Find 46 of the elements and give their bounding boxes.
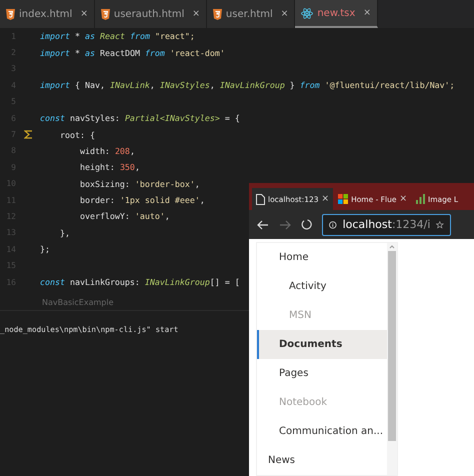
code-line: import { Nav, INavLink, INavStyles, INavLinkGroup } from '@fluentui/react/lib/Nav'; [40, 80, 455, 90]
four-squares-icon [338, 194, 348, 204]
nav-link[interactable]: Pages [257, 359, 387, 388]
address-field[interactable]: localhost:1234/i [322, 214, 451, 236]
code-line: import * as React from "react"; [40, 31, 195, 42]
html-file-icon [212, 8, 222, 20]
code-line: const navLinkGroups: INavLinkGroup[] = [ [40, 277, 240, 288]
page-icon [256, 194, 265, 204]
back-arrow-icon [257, 220, 269, 230]
code-line: const navStyles: Partial<INavStyles> = { [40, 113, 240, 124]
code-line: root: { [58, 130, 95, 140]
scrollbar-thumb[interactable] [388, 251, 396, 441]
code-line: }; [40, 244, 50, 254]
code-line: border: '1px solid #eee', [78, 195, 205, 206]
close-icon[interactable]: × [399, 194, 407, 204]
forward-arrow-icon [279, 220, 291, 230]
code-line: width: 208, [78, 146, 135, 156]
nav-link[interactable]: News [257, 446, 387, 475]
code-line: import * as ReactDOM from 'react-dom' [40, 48, 225, 58]
close-icon[interactable]: × [80, 9, 88, 19]
code-line: boxSizing: 'border-box', [78, 178, 200, 189]
close-icon[interactable]: × [280, 9, 288, 19]
atom-icon [301, 8, 314, 18]
info-icon [329, 220, 337, 230]
nav-link[interactable]: Home [257, 243, 387, 272]
code-line: }, [58, 228, 70, 238]
editor-tab[interactable]: index.html × [0, 0, 95, 28]
scrollbar[interactable] [387, 243, 397, 475]
star-icon [436, 220, 444, 230]
code-line: height: 350, [78, 162, 140, 172]
close-icon[interactable]: × [192, 9, 200, 19]
editor-tab[interactable]: userauth.html × [94, 0, 207, 28]
html-file-icon [6, 8, 15, 20]
nav-link[interactable]: Documents [257, 330, 387, 359]
close-icon[interactable]: × [322, 194, 330, 204]
code-line: overflowY: 'auto', [78, 211, 170, 222]
scroll-up-icon [389, 243, 395, 251]
html-file-icon [100, 8, 110, 20]
url-text: localhost:1234/i [342, 218, 430, 231]
editor-tab[interactable]: new.tsx × [295, 0, 378, 28]
nav-link[interactable]: Activity [257, 272, 387, 301]
close-icon[interactable]: × [363, 8, 371, 18]
bar-chart-icon [416, 194, 425, 204]
refresh-icon [301, 219, 312, 230]
nav-link[interactable]: Communication an... [257, 417, 387, 446]
editor-tab[interactable]: user.html × [206, 0, 296, 28]
